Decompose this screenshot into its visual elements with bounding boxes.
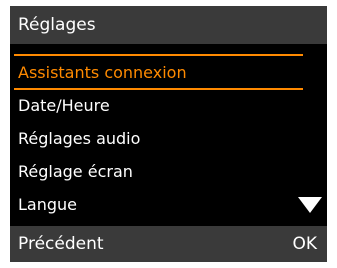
settings-menu: Assistants connexion Date/Heure Réglages… [10,44,327,224]
menu-item-label: Date/Heure [18,96,110,115]
menu-item-langue[interactable]: Langue [10,188,327,221]
title-bar: Réglages [10,6,327,44]
screen-title: Réglages [18,15,96,35]
back-softkey[interactable]: Précédent [18,234,104,254]
menu-item-date-heure[interactable]: Date/Heure [10,89,327,122]
phone-display: Réglages Assistants connexion Date/Heure… [10,6,327,262]
menu-item-reglage-ecran[interactable]: Réglage écran [10,155,327,188]
menu-item-assistants-connexion[interactable]: Assistants connexion [10,56,327,89]
triangle-down-icon [298,197,322,213]
ok-softkey[interactable]: OK [292,234,317,254]
menu-item-label: Réglages audio [18,129,141,148]
menu-item-reglages-audio[interactable]: Réglages audio [10,122,327,155]
menu-item-label: Assistants connexion [18,63,187,82]
softkey-bar: Précédent OK [10,226,327,262]
menu-item-label: Réglage écran [18,162,133,181]
menu-item-label: Langue [18,195,77,214]
